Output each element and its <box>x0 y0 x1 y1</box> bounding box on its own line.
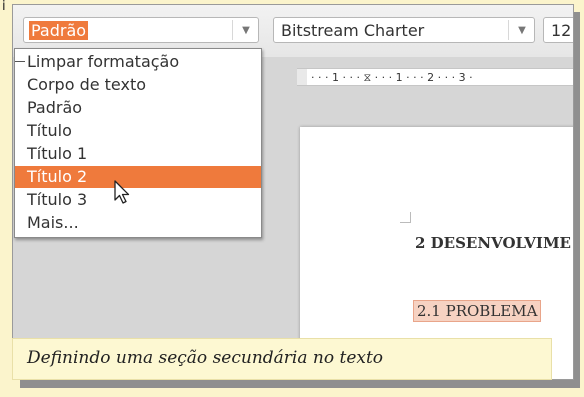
caption-text: Definindo uma seção secundária no texto <box>27 348 384 368</box>
mouse-pointer-icon <box>114 180 130 204</box>
style-option-heading-1[interactable]: Título 1 <box>15 143 261 165</box>
top-strip-char: i <box>2 0 6 10</box>
paragraph-style-value: Padrão <box>29 21 89 40</box>
style-option-body-text[interactable]: Corpo de texto <box>15 74 261 96</box>
heading-level-2-selected[interactable]: 2.1 PROBLEMA <box>413 300 542 322</box>
font-size-value: 12 <box>551 21 572 40</box>
chevron-down-icon[interactable]: ▼ <box>508 20 535 40</box>
ruler-margin-shade <box>297 69 307 85</box>
font-size-combo[interactable]: 12 <box>543 17 573 43</box>
style-option-heading-3[interactable]: Título 3 <box>15 189 261 211</box>
style-option-default[interactable]: Padrão <box>15 97 261 119</box>
style-option-heading-2[interactable]: Título 2 <box>15 166 261 188</box>
style-option-more[interactable]: Mais... <box>15 212 261 234</box>
ruler-ticks: · · · 1 · · · ⧖ · · · 1 · · · 2 · · · 3 … <box>311 71 473 84</box>
paragraph-style-combo[interactable]: Padrão ▼ <box>23 17 259 43</box>
chevron-down-icon[interactable]: ▼ <box>232 20 259 40</box>
heading-level-1[interactable]: 2 DESENVOLVIME <box>415 234 571 252</box>
style-option-title[interactable]: Título <box>15 120 261 142</box>
text-boundary-corner <box>400 212 411 223</box>
horizontal-ruler[interactable]: · · · 1 · · · ⧖ · · · 1 · · · 2 · · · 3 … <box>297 68 573 86</box>
font-name-combo[interactable]: Bitstream Charter ▼ <box>273 17 535 43</box>
paragraph-style-dropdown: Limpar formatação Corpo de texto Padrão … <box>14 48 262 238</box>
figure-caption: Definindo uma seção secundária no texto <box>12 338 552 380</box>
font-name-value: Bitstream Charter <box>281 21 425 40</box>
style-option-clear-formatting[interactable]: Limpar formatação <box>15 51 261 73</box>
